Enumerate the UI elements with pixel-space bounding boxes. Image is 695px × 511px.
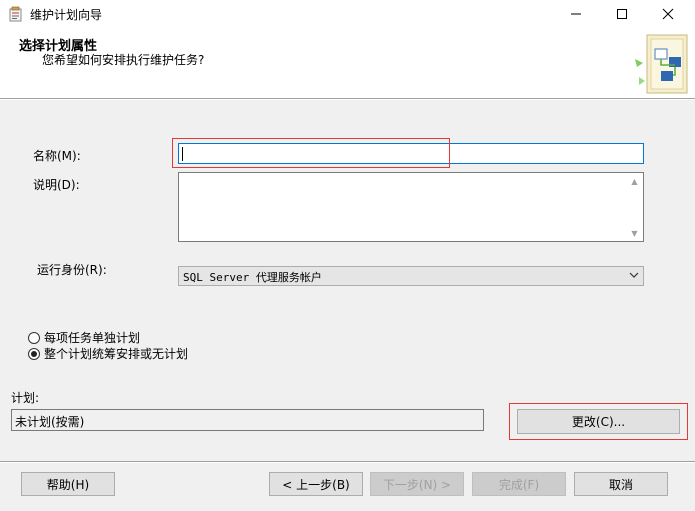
- maximize-button[interactable]: [599, 0, 645, 28]
- schedule-label: 计划:: [11, 391, 40, 405]
- chevron-down-icon: [629, 268, 639, 285]
- radio-option-per-task[interactable]: 每项任务单独计划: [28, 329, 140, 346]
- back-button[interactable]: < 上一步(B): [269, 472, 363, 496]
- schedule-value: 未计划(按需): [15, 415, 85, 429]
- close-icon: [662, 8, 674, 20]
- minimize-button[interactable]: [553, 0, 599, 28]
- radio-button-selected[interactable]: [28, 347, 40, 360]
- run-as-select[interactable]: SQL Server 代理服务帐户: [178, 266, 644, 286]
- page-subtitle: 您希望如何安排执行维护任务?: [42, 53, 205, 67]
- text-caret: [182, 147, 183, 161]
- schedule-field: 未计划(按需): [11, 409, 484, 431]
- close-button[interactable]: [645, 0, 691, 28]
- radio-selected-dot: [31, 350, 37, 357]
- app-icon: [8, 6, 24, 22]
- window-title: 维护计划向导: [30, 8, 103, 22]
- next-button[interactable]: 下一步(N) >: [370, 472, 464, 496]
- help-button[interactable]: 帮助(H): [21, 472, 115, 496]
- change-schedule-button[interactable]: 更改(C)...: [517, 409, 680, 434]
- radio-button-unselected[interactable]: [28, 331, 40, 344]
- description-label: 说明(D):: [33, 178, 80, 192]
- finish-button[interactable]: 完成(F): [472, 472, 566, 496]
- description-scrollbar[interactable]: ▲ ▼: [626, 173, 643, 241]
- description-textarea[interactable]: [178, 172, 644, 242]
- footer-divider: [0, 461, 695, 463]
- name-input[interactable]: [178, 143, 644, 164]
- scroll-up-icon[interactable]: ▲: [626, 174, 643, 188]
- scroll-down-icon[interactable]: ▼: [626, 226, 643, 240]
- radio-label-per-task: 每项任务单独计划: [44, 331, 141, 345]
- cancel-button[interactable]: 取消: [574, 472, 668, 496]
- wizard-graphic-icon: [633, 33, 691, 97]
- minimize-icon: [571, 13, 581, 15]
- radio-option-whole-plan[interactable]: 整个计划统筹安排或无计划: [28, 345, 188, 362]
- run-as-value: SQL Server 代理服务帐户: [183, 271, 322, 284]
- run-as-label: 运行身份(R):: [37, 263, 107, 277]
- name-label: 名称(M):: [33, 149, 81, 163]
- radio-label-whole-plan: 整个计划统筹安排或无计划: [44, 347, 189, 361]
- maximize-icon: [617, 9, 627, 19]
- header-divider: [0, 98, 695, 100]
